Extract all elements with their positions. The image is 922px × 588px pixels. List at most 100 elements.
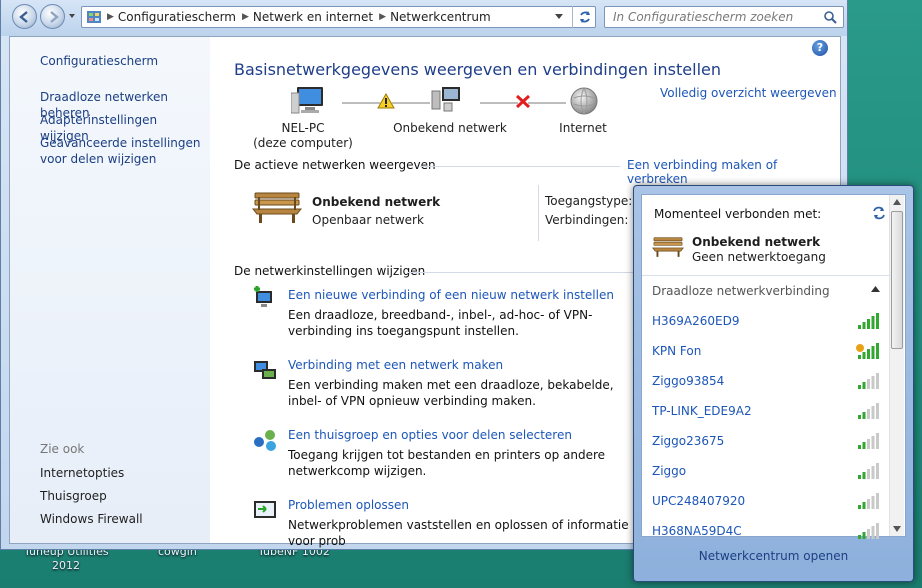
access-type-label: Toegangstype: — [545, 194, 633, 208]
wifi-network-name: Ziggo23675 — [652, 434, 725, 448]
sidebar-item-sharing-settings[interactable]: Geavanceerde instellingen voor delen wij… — [40, 135, 208, 167]
signal-bar — [862, 412, 866, 419]
refresh-button[interactable] — [572, 6, 596, 28]
see-also-internet-options[interactable]: Internetopties — [40, 465, 124, 481]
computer-icon[interactable] — [291, 85, 325, 117]
scroll-down-arrow-icon[interactable] — [893, 526, 901, 532]
wifi-network-row[interactable]: KPN Fon — [642, 337, 890, 367]
computer-sub: (deze computer) — [253, 136, 353, 150]
connect-network-icon — [254, 361, 276, 379]
breadcrumb-item[interactable]: Netwerk en internet — [249, 10, 379, 24]
signal-strength-icon — [858, 433, 879, 449]
wifi-network-name: TP-LINK_EDE9A2 — [652, 404, 752, 418]
divider — [420, 166, 620, 167]
connect-disconnect-link[interactable]: Een verbinding maken of verbreken — [627, 158, 840, 186]
breadcrumb-item[interactable]: Netwerkcentrum — [386, 10, 497, 24]
computer-name: NEL-PC — [281, 121, 325, 135]
divider — [408, 272, 638, 273]
wifi-network-row[interactable]: TP-LINK_EDE9A2 — [642, 397, 890, 427]
flyout-heading: Momenteel verbonden met: — [654, 207, 822, 221]
refresh-icon[interactable] — [871, 205, 887, 221]
signal-bar — [876, 523, 879, 539]
signal-strength-icon — [858, 373, 879, 389]
chevron-down-icon[interactable] — [555, 14, 563, 20]
chevron-up-icon[interactable] — [871, 286, 880, 292]
breadcrumb-item[interactable]: Configuratiescherm — [114, 10, 242, 24]
chevron-down-icon[interactable] — [68, 12, 76, 20]
map-connection-line — [528, 102, 566, 104]
signal-bar — [871, 436, 875, 449]
signal-bar — [867, 469, 870, 479]
signal-bar — [858, 505, 861, 509]
network-icon[interactable] — [430, 85, 464, 115]
wifi-network-name: Ziggo93854 — [652, 374, 725, 388]
task-troubleshoot-link[interactable]: Problemen oplossen — [288, 498, 409, 512]
active-network-name: Onbekend netwerk — [312, 195, 441, 209]
search-icon[interactable] — [824, 11, 837, 24]
wifi-network-name: Ziggo — [652, 464, 687, 478]
signal-strength-icon — [858, 313, 879, 329]
change-settings-header: De netwerkinstellingen wijzigen — [234, 264, 426, 278]
signal-bar — [867, 409, 870, 419]
signal-bar — [862, 502, 866, 509]
wifi-network-row[interactable]: UPC248407920 — [642, 487, 890, 517]
back-button[interactable] — [12, 4, 37, 29]
signal-bar — [876, 463, 879, 479]
network-flyout: Momenteel verbonden met: Onbekend netwer… — [633, 185, 914, 582]
signal-bar — [876, 493, 879, 509]
address-bar[interactable]: ▶ Configuratiescherm ▶ Netwerk en intern… — [81, 6, 596, 28]
task-troubleshoot-desc: Netwerkproblemen vaststellen en oplossen… — [288, 518, 629, 548]
task-new-connection-desc: Een draadloze, breedband-, inbel-, ad-ho… — [288, 308, 593, 338]
signal-bar — [871, 466, 875, 479]
signal-bar — [867, 499, 870, 509]
current-network-name: Onbekend netwerk — [692, 235, 821, 249]
signal-bar — [862, 442, 866, 449]
desktop-icon-label[interactable]: 2012 — [52, 559, 80, 572]
help-button[interactable]: ? — [812, 40, 828, 56]
task-homegroup-link[interactable]: Een thuisgroep en opties voor delen sele… — [288, 428, 572, 442]
signal-bar — [876, 403, 879, 419]
task-new-connection-link[interactable]: Een nieuwe verbinding of een nieuw netwe… — [288, 288, 614, 302]
signal-bar — [871, 316, 875, 329]
wifi-network-row[interactable]: Ziggo23675 — [642, 427, 890, 457]
wifi-network-row[interactable]: Ziggo93854 — [642, 367, 890, 397]
search-input[interactable]: In Configuratiescherm zoeken — [604, 6, 844, 28]
wifi-network-name: H369A260ED9 — [652, 314, 740, 328]
see-also-firewall[interactable]: Windows Firewall — [40, 511, 143, 527]
wifi-network-name: KPN Fon — [652, 344, 702, 358]
globe-icon[interactable] — [569, 86, 599, 116]
signal-strength-icon — [858, 403, 879, 419]
page-title: Basisnetwerkgegevens weergeven en verbin… — [234, 60, 721, 79]
signal-bar — [867, 439, 870, 449]
task-homegroup-desc: Toegang krijgen tot bestanden en printer… — [288, 448, 606, 478]
scrollbar-thumb[interactable] — [891, 211, 903, 349]
scroll-up-arrow-icon[interactable] — [893, 199, 901, 205]
signal-bar — [867, 349, 870, 359]
signal-bar — [862, 382, 866, 389]
current-network-status: Geen netwerktoegang — [692, 250, 826, 264]
wireless-section-header[interactable]: Draadloze netwerkverbinding — [642, 275, 890, 305]
full-map-link[interactable]: Volledig overzicht weergeven — [660, 86, 837, 100]
map-internet-label: Internet — [559, 121, 607, 135]
signal-bar — [867, 379, 870, 389]
see-also-homegroup[interactable]: Thuisgroep — [40, 488, 107, 504]
open-network-center-link[interactable]: Netwerkcentrum openen — [641, 538, 906, 576]
sidebar-home-link[interactable]: Configuratiescherm — [40, 53, 158, 69]
signal-bar — [876, 373, 879, 389]
wireless-section-label: Draadloze netwerkverbinding — [652, 284, 830, 298]
signal-bar — [858, 355, 861, 359]
flyout-scrollbar[interactable] — [889, 195, 904, 536]
park-bench-icon — [252, 192, 302, 223]
active-network-type[interactable]: Openbaar netwerk — [312, 213, 424, 227]
wifi-network-name: UPC248407920 — [652, 494, 746, 508]
wifi-network-row[interactable]: H369A260ED9 — [642, 307, 890, 337]
map-connection-line — [480, 102, 518, 104]
signal-bar — [862, 322, 866, 329]
wifi-network-row[interactable]: Ziggo — [642, 457, 890, 487]
forward-button[interactable] — [40, 4, 65, 29]
navigation-bar: ▶ Configuratiescherm ▶ Netwerk en intern… — [1, 0, 847, 36]
signal-bar — [858, 445, 861, 449]
task-connect-network-link[interactable]: Verbinding met een netwerk maken — [288, 358, 503, 372]
signal-bar — [876, 343, 879, 359]
control-panel-icon — [87, 11, 101, 23]
